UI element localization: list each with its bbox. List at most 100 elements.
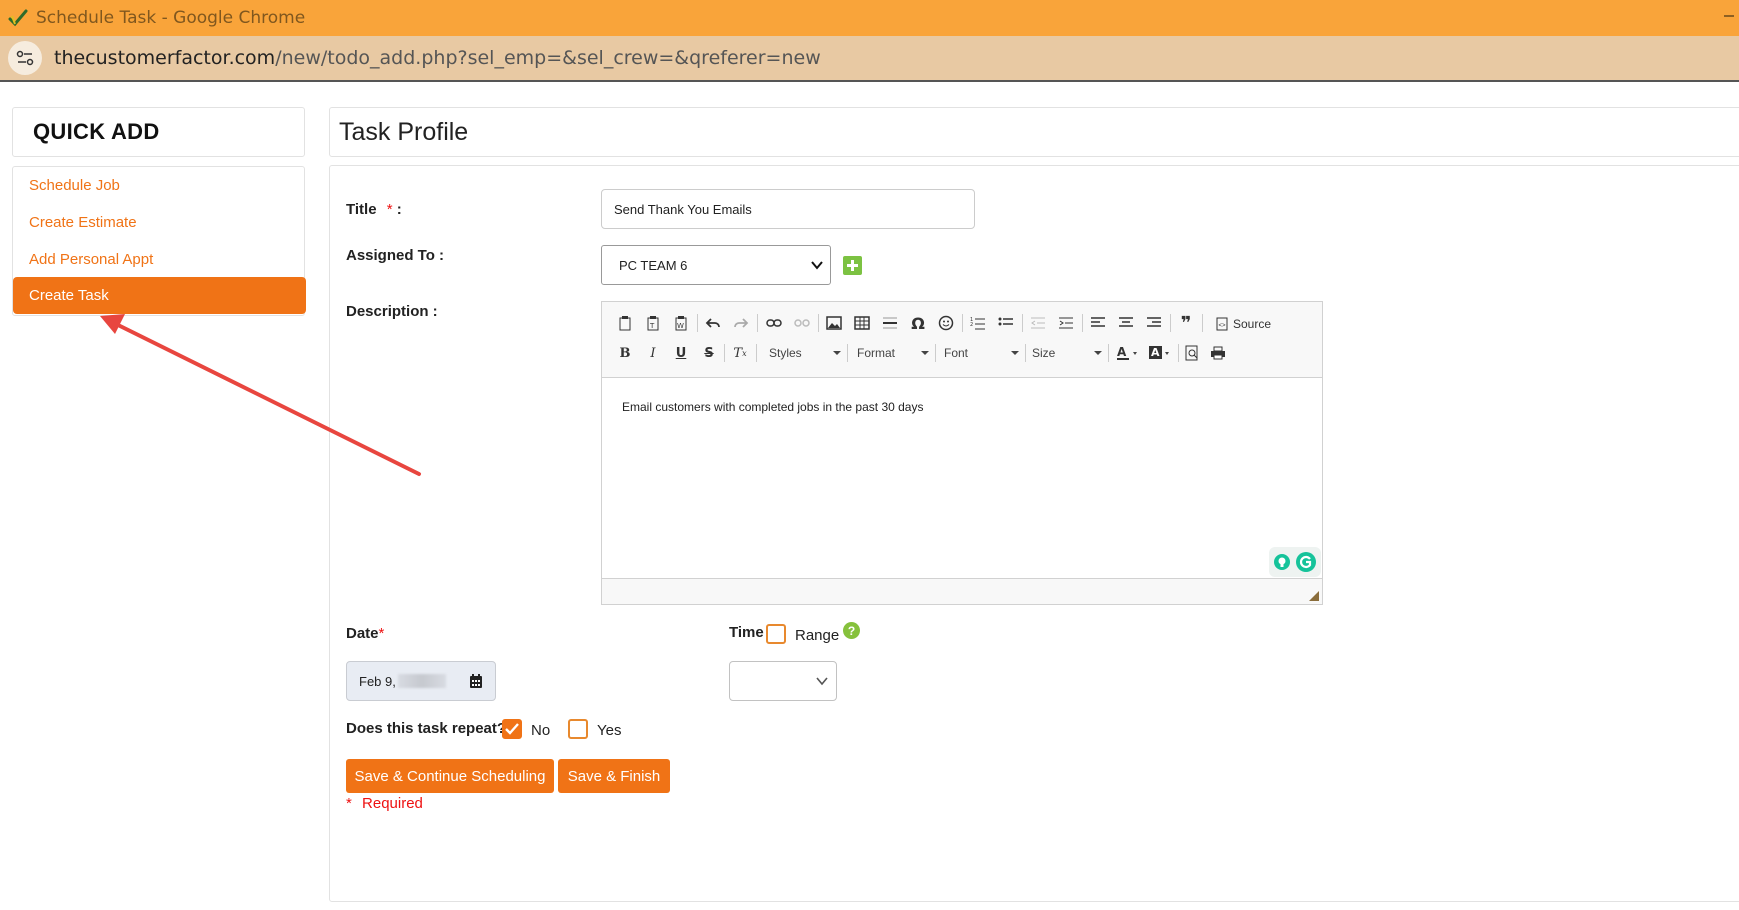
source-button[interactable]: <> Source	[1216, 313, 1271, 335]
checkmark-icon	[505, 723, 519, 735]
chevron-down-icon	[811, 261, 823, 270]
range-checkbox[interactable]	[766, 624, 786, 644]
address-bar[interactable]: thecustomerfactor.com/new/todo_add.php?s…	[0, 36, 1739, 82]
plus-icon	[847, 260, 858, 271]
redacted-year	[397, 674, 446, 688]
save-finish-button[interactable]: Save & Finish	[558, 759, 670, 793]
title-label-colon: :	[396, 201, 402, 218]
time-label: Time	[729, 624, 764, 641]
background-color-icon[interactable]: A	[1148, 343, 1174, 363]
bullet-list-icon[interactable]	[996, 313, 1016, 333]
repeat-no-label: No	[531, 722, 551, 739]
outdent-icon[interactable]	[1028, 313, 1048, 333]
page-title: Task Profile	[339, 117, 469, 146]
toolbar-separator	[1082, 314, 1083, 332]
window-title: Schedule Task - Google Chrome	[36, 8, 306, 28]
description-label: Description :	[346, 303, 438, 320]
toolbar-separator	[724, 344, 725, 362]
editor-content[interactable]: Email customers with completed jobs in t…	[622, 400, 923, 414]
resize-handle-icon[interactable]	[1309, 591, 1319, 601]
calendar-icon[interactable]	[469, 674, 483, 689]
toolbar-separator	[757, 314, 758, 332]
italic-icon[interactable]: I	[643, 343, 663, 363]
site-info-icon[interactable]	[8, 41, 42, 75]
font-dropdown[interactable]: Font	[944, 342, 1019, 364]
size-label: Size	[1032, 346, 1056, 360]
align-left-icon[interactable]	[1088, 313, 1108, 333]
toolbar-separator	[818, 314, 819, 332]
assigned-to-value: PC TEAM 6	[619, 257, 688, 273]
dropdown-arrow-icon	[921, 351, 929, 355]
format-dropdown[interactable]: Format	[857, 342, 929, 364]
dropdown-arrow-icon	[1011, 351, 1019, 355]
preview-icon[interactable]	[1182, 343, 1202, 363]
table-icon[interactable]	[852, 313, 872, 333]
url-host: thecustomerfactor.com	[54, 47, 276, 69]
align-center-icon[interactable]	[1116, 313, 1136, 333]
toolbar-separator	[697, 314, 698, 332]
assigned-to-label: Assigned To :	[346, 247, 445, 264]
range-label: Range	[795, 627, 840, 644]
styles-label: Styles	[769, 346, 802, 360]
print-icon[interactable]	[1208, 343, 1228, 363]
quick-add-title: QUICK ADD	[33, 119, 160, 144]
bold-icon[interactable]: B	[615, 343, 635, 363]
task-profile-header: Task Profile	[329, 107, 1739, 157]
special-char-icon[interactable]: Ω	[908, 313, 928, 333]
url-text[interactable]: thecustomerfactor.com/new/todo_add.php?s…	[54, 47, 821, 69]
svg-text:2: 2	[970, 322, 973, 328]
grammarly-icon	[1296, 552, 1316, 572]
dropdown-arrow-icon	[1094, 351, 1102, 355]
link-icon[interactable]	[764, 313, 784, 333]
image-icon[interactable]	[824, 313, 844, 333]
help-icon[interactable]: ?	[843, 622, 860, 639]
numbered-list-icon[interactable]: 12	[968, 313, 988, 333]
horizontal-line-icon[interactable]	[880, 313, 900, 333]
assigned-to-select[interactable]: PC TEAM 6	[601, 245, 831, 285]
title-input[interactable]	[601, 189, 975, 229]
rich-text-editor: T W Ω 12 ❞ <> Source B I U S T x Styles …	[601, 301, 1323, 605]
styles-dropdown[interactable]: Styles	[769, 342, 841, 364]
time-select[interactable]	[729, 661, 837, 701]
paste-word-icon[interactable]: W	[671, 313, 691, 333]
unlink-icon[interactable]	[792, 313, 812, 333]
toolbar-separator	[1022, 314, 1023, 332]
add-team-button[interactable]	[843, 256, 862, 275]
underline-icon[interactable]: U	[671, 343, 691, 363]
strikethrough-icon[interactable]: S	[699, 343, 719, 363]
emoji-icon[interactable]	[936, 313, 956, 333]
indent-icon[interactable]	[1056, 313, 1076, 333]
repeat-no-checkbox[interactable]	[502, 719, 522, 739]
date-input[interactable]: Feb 9,	[346, 661, 496, 701]
toolbar-separator	[1178, 344, 1179, 362]
blockquote-icon[interactable]: ❞	[1176, 313, 1196, 334]
paste-icon[interactable]	[615, 313, 635, 333]
chevron-down-icon	[816, 677, 828, 686]
redo-icon[interactable]	[731, 313, 751, 333]
align-right-icon[interactable]	[1144, 313, 1164, 333]
repeat-question: Does this task repeat?	[346, 720, 507, 737]
repeat-yes-checkbox[interactable]	[568, 719, 588, 739]
grammarly-widget[interactable]	[1269, 547, 1321, 577]
toolbar-separator	[935, 344, 936, 362]
source-label: Source	[1233, 317, 1272, 331]
toolbar-separator	[1025, 344, 1026, 362]
lightbulb-icon	[1274, 554, 1290, 570]
remove-format-icon[interactable]: Tx	[730, 343, 750, 363]
required-note: * Required	[346, 795, 423, 812]
sidebar-item-create-estimate[interactable]: Create Estimate	[29, 214, 137, 231]
toolbar-separator	[962, 314, 963, 332]
editor-toolbar: T W Ω 12 ❞ <> Source B I U S T x Styles …	[602, 302, 1322, 378]
dropdown-arrow-icon	[833, 351, 841, 355]
sidebar-item-schedule-job[interactable]: Schedule Job	[29, 177, 120, 194]
undo-icon[interactable]	[703, 313, 723, 333]
sidebar-item-add-personal-appt[interactable]: Add Personal Appt	[29, 251, 153, 268]
sidebar-item-create-task[interactable]: Create Task	[13, 277, 306, 314]
minimize-icon[interactable]	[1721, 8, 1737, 24]
text-color-icon[interactable]: A	[1116, 343, 1142, 363]
save-continue-button[interactable]: Save & Continue Scheduling	[346, 759, 554, 793]
title-required-mark: *	[386, 201, 393, 218]
size-dropdown[interactable]: Size	[1032, 342, 1102, 364]
svg-text:T: T	[649, 322, 655, 330]
paste-text-icon[interactable]: T	[643, 313, 663, 333]
